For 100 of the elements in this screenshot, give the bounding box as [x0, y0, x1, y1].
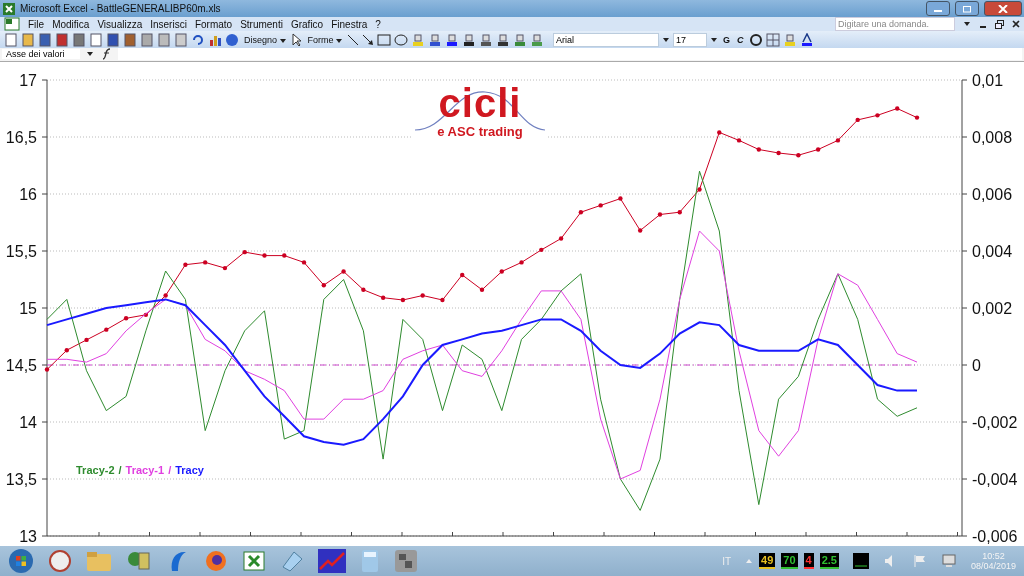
tray-indicator[interactable]: 4: [803, 553, 814, 569]
dropdown-arrow-icon[interactable]: [86, 51, 94, 58]
menu-item[interactable]: Visualizza: [97, 18, 143, 30]
menu-item[interactable]: ?: [375, 18, 381, 30]
axis-label: 0,008: [972, 129, 1013, 146]
line-icon[interactable]: [347, 33, 360, 46]
data-point: [143, 312, 149, 318]
tick-mark: [41, 136, 48, 138]
data-point: [895, 106, 900, 111]
dropdown-arrow-icon[interactable]: [710, 36, 719, 43]
tick-mark: [41, 421, 48, 423]
drawing-menu[interactable]: Disegno: [242, 34, 288, 45]
data-point: [420, 293, 425, 298]
data-point: [460, 272, 465, 278]
app-icon[interactable]: [48, 549, 72, 573]
maximize-button[interactable]: [955, 1, 979, 17]
excel-icon: [2, 1, 16, 16]
minimize-button[interactable]: [926, 1, 950, 17]
axis-label: 0: [972, 357, 981, 374]
tick-mark: [351, 531, 352, 537]
menu-item[interactable]: File: [28, 18, 45, 30]
formula-field[interactable]: [118, 48, 1022, 61]
menu-item[interactable]: Finestra: [331, 18, 368, 30]
tick-mark: [41, 364, 48, 366]
tick-mark: [41, 307, 48, 309]
data-point: [736, 138, 742, 143]
data-point: [815, 147, 821, 152]
excel-icon[interactable]: [4, 17, 20, 32]
data-point: [479, 287, 485, 292]
excel-icon[interactable]: [242, 549, 266, 573]
ellipse-icon[interactable]: [394, 33, 409, 46]
axis-label: 13: [19, 528, 37, 545]
italic-button[interactable]: C: [735, 34, 746, 45]
close-icon[interactable]: [1012, 20, 1020, 29]
data-point: [835, 138, 841, 143]
undo-icon[interactable]: [191, 32, 205, 47]
data-point: [123, 316, 129, 321]
name-box[interactable]: Asse dei valori: [2, 49, 80, 60]
font-size-field[interactable]: 17: [673, 32, 708, 47]
axis-label: -0,002: [972, 414, 1018, 431]
menu-item[interactable]: Inserisci: [150, 18, 187, 30]
tick-mark: [961, 421, 968, 423]
tick-mark: [41, 250, 48, 252]
tick-mark: [41, 535, 48, 537]
function-icon[interactable]: [100, 48, 112, 61]
axis-label: 16,5: [5, 129, 37, 146]
browser-icon[interactable]: [204, 549, 228, 573]
menu-item[interactable]: Modifica: [52, 18, 90, 30]
axis-label: 0,01: [972, 72, 1004, 89]
tick-mark: [961, 79, 968, 81]
tray-indicator[interactable]: 2.5: [819, 553, 839, 569]
data-point: [242, 249, 247, 255]
notepad-icon[interactable]: [280, 549, 304, 573]
legend-separator: /: [168, 464, 172, 476]
axis-label: 0,002: [972, 300, 1013, 317]
data-point: [183, 262, 188, 267]
bold-button[interactable]: G: [721, 34, 733, 45]
close-button[interactable]: [984, 1, 1022, 17]
legend-label: Tracy-1: [125, 464, 165, 476]
tray-indicator[interactable]: 70: [781, 553, 798, 569]
data-point: [717, 130, 722, 135]
axis-label: 13,5: [5, 471, 37, 488]
restore-icon[interactable]: [995, 19, 1004, 29]
data-point: [400, 297, 406, 303]
data-point: [776, 150, 781, 156]
cursor-icon[interactable]: [290, 32, 303, 47]
legend-label: Tracy-2: [76, 464, 115, 476]
dropdown-arrow-icon[interactable]: [963, 21, 971, 28]
dropdown-arrow-icon[interactable]: [662, 36, 671, 43]
tray-indicator[interactable]: 49: [759, 553, 776, 569]
data-point: [282, 253, 287, 258]
tick-mark: [961, 193, 968, 195]
data-point: [84, 337, 89, 343]
data-point: [855, 117, 860, 123]
tray-graph-icon[interactable]: [852, 553, 869, 569]
data-point: [262, 253, 267, 258]
font-field[interactable]: Arial: [553, 32, 660, 47]
data-point: [638, 228, 643, 233]
data-point: [301, 260, 307, 265]
axis-label: 15: [19, 300, 37, 317]
data-point: [618, 196, 623, 201]
axis-label: -0,004: [972, 471, 1018, 488]
axis-label: 17: [19, 72, 37, 89]
shapes-menu[interactable]: Forme: [305, 34, 345, 45]
legend-label: Tracy: [175, 464, 204, 476]
tick-mark: [961, 136, 968, 138]
borders-icon[interactable]: [765, 32, 780, 47]
tick-mark: [805, 531, 807, 537]
data-point: [519, 260, 524, 265]
app-icon[interactable]: [394, 549, 418, 573]
menu-item[interactable]: Grafico: [290, 18, 324, 30]
menu-item[interactable]: Formato: [194, 18, 233, 30]
arrow-icon[interactable]: [362, 33, 375, 46]
menu-item[interactable]: Strumenti: [240, 18, 283, 30]
data-point: [64, 348, 69, 353]
help-field[interactable]: Digitare una domanda.: [835, 17, 955, 32]
rectangle-icon[interactable]: [377, 33, 392, 46]
start-button[interactable]: [8, 548, 34, 574]
axis-label: 0,006: [972, 186, 1013, 203]
tick-mark: [961, 478, 968, 480]
